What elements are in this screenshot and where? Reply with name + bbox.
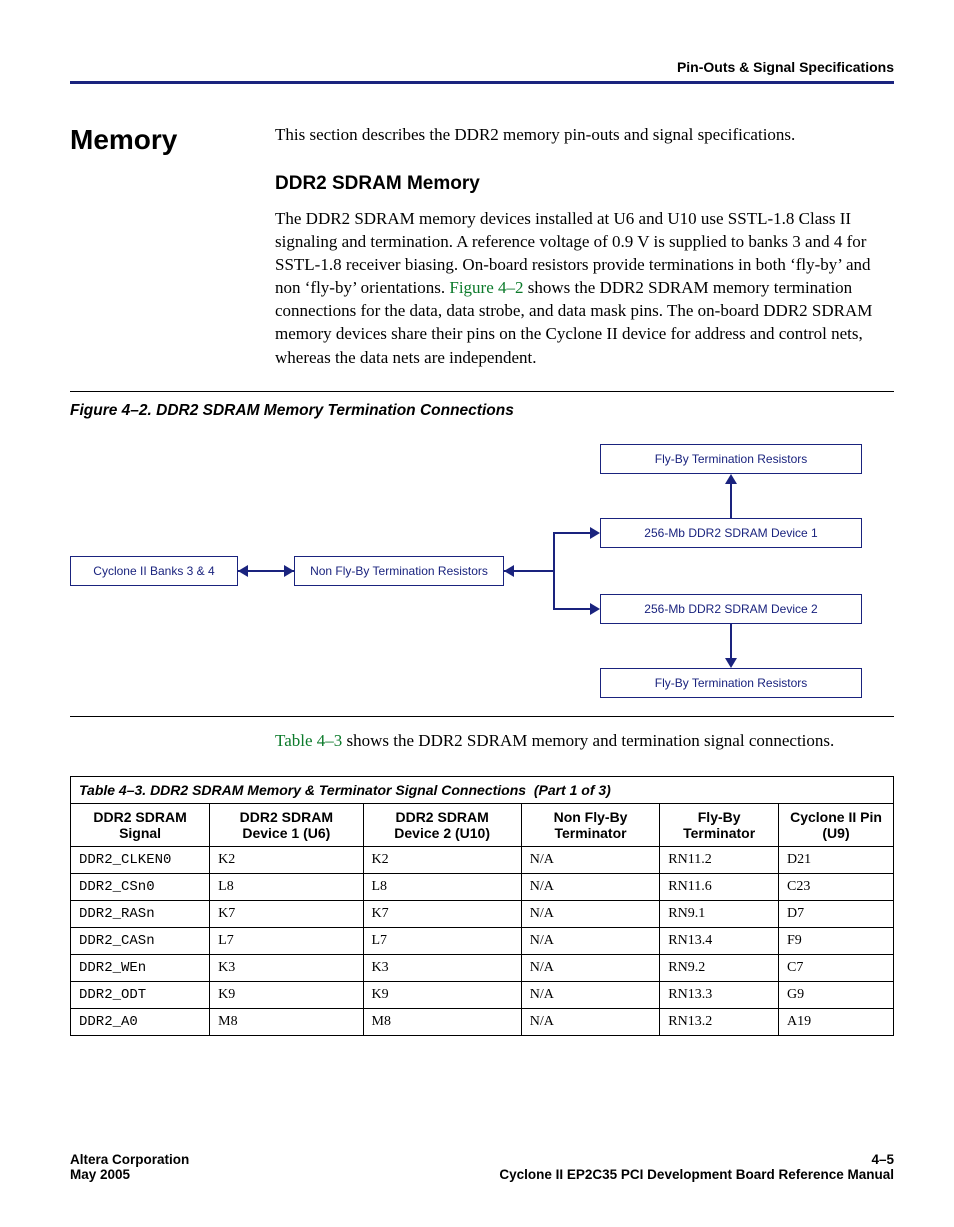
- table-cell: A19: [779, 1008, 894, 1035]
- diagram-connector-vsplit: [553, 532, 555, 610]
- diagram-connector-to-dev1: [553, 532, 593, 534]
- page-footer: Altera Corporation May 2005 4–5 Cyclone …: [70, 1152, 894, 1182]
- section-title: Memory: [70, 124, 275, 156]
- th-device1: DDR2 SDRAM Device 1 (U6): [210, 803, 363, 846]
- diagram-box-flyby-top: Fly-By Termination Resistors: [600, 444, 862, 474]
- table-row: DDR2_RASnK7K7N/ARN9.1D7: [71, 900, 894, 927]
- table-cell: N/A: [521, 900, 660, 927]
- table-caption: Table 4–3. DDR2 SDRAM Memory & Terminato…: [71, 776, 894, 803]
- table-cell: L7: [363, 927, 521, 954]
- arrow-up-icon: [725, 474, 737, 484]
- subsection-title: DDR2 SDRAM Memory: [275, 173, 894, 195]
- table-row: DDR2_ODTK9K9N/ARN13.3G9: [71, 981, 894, 1008]
- diagram-connector-dev1-up: [730, 480, 732, 518]
- arrow-right-icon: [284, 565, 294, 577]
- table-cell: M8: [363, 1008, 521, 1035]
- table-intro: Table 4–3 shows the DDR2 SDRAM memory an…: [275, 729, 894, 752]
- table-cell: K3: [210, 954, 363, 981]
- table-row: DDR2_CASnL7L7N/ARN13.4F9: [71, 927, 894, 954]
- table-cell: N/A: [521, 846, 660, 873]
- footer-left-line1: Altera Corporation: [70, 1152, 189, 1167]
- table-cell: L7: [210, 927, 363, 954]
- arrow-right-icon-dev1: [590, 527, 600, 539]
- diagram-connector-dev2-down: [730, 624, 732, 662]
- th-signal: DDR2 SDRAM Signal: [71, 803, 210, 846]
- section-intro: This section describes the DDR2 memory p…: [275, 124, 894, 147]
- table-cell: G9: [779, 981, 894, 1008]
- section-two-column: Memory This section describes the DDR2 m…: [70, 124, 894, 369]
- table-cell: RN11.2: [660, 846, 779, 873]
- table-cell: L8: [363, 873, 521, 900]
- table-cell: N/A: [521, 1008, 660, 1035]
- th-cyclonepin: Cyclone II Pin (U9): [779, 803, 894, 846]
- table-cell: N/A: [521, 981, 660, 1008]
- table-cell: DDR2_CSn0: [71, 873, 210, 900]
- diagram-connector-to-dev2: [553, 608, 593, 610]
- th-device2: DDR2 SDRAM Device 2 (U10): [363, 803, 521, 846]
- table-cell: K9: [363, 981, 521, 1008]
- header-rule: [70, 81, 894, 84]
- table-intro-rest: shows the DDR2 SDRAM memory and terminat…: [342, 731, 834, 750]
- th-flyby: Fly-By Terminator: [660, 803, 779, 846]
- table-row: DDR2_CLKEN0K2K2N/ARN11.2D21: [71, 846, 894, 873]
- table-cell: DDR2_A0: [71, 1008, 210, 1035]
- table-cell: DDR2_ODT: [71, 981, 210, 1008]
- table-4-3: Table 4–3. DDR2 SDRAM Memory & Terminato…: [70, 776, 894, 1036]
- table-reference-link[interactable]: Table 4–3: [275, 731, 342, 750]
- diagram-box-flyby-bot: Fly-By Termination Resistors: [600, 668, 862, 698]
- table-cell: D21: [779, 846, 894, 873]
- footer-right-line1: 4–5: [871, 1152, 894, 1167]
- table-cell: F9: [779, 927, 894, 954]
- figure-diagram: Cyclone II Banks 3 & 4 Non Fly-By Termin…: [70, 444, 894, 706]
- table-cell: L8: [210, 873, 363, 900]
- table-cell: D7: [779, 900, 894, 927]
- figure-reference-link[interactable]: Figure 4–2: [449, 278, 523, 297]
- arrow-down-icon: [725, 658, 737, 668]
- table-cell: K2: [210, 846, 363, 873]
- diagram-box-dev2: 256-Mb DDR2 SDRAM Device 2: [600, 594, 862, 624]
- footer-left-line2: May 2005: [70, 1167, 130, 1182]
- table-cell: DDR2_CLKEN0: [71, 846, 210, 873]
- table-cell: DDR2_WEn: [71, 954, 210, 981]
- diagram-box-cyclone: Cyclone II Banks 3 & 4: [70, 556, 238, 586]
- figure-rule-top: [70, 391, 894, 392]
- table-cell: N/A: [521, 927, 660, 954]
- table-cell: M8: [210, 1008, 363, 1035]
- table-cell: RN11.6: [660, 873, 779, 900]
- table-cell: DDR2_CASn: [71, 927, 210, 954]
- table-header-row: DDR2 SDRAM Signal DDR2 SDRAM Device 1 (U…: [71, 803, 894, 846]
- table-cell: N/A: [521, 873, 660, 900]
- arrow-right-icon-dev2: [590, 603, 600, 615]
- diagram-box-nonfly: Non Fly-By Termination Resistors: [294, 556, 504, 586]
- table-cell: K2: [363, 846, 521, 873]
- footer-right-line2: Cyclone II EP2C35 PCI Development Board …: [499, 1167, 894, 1182]
- diagram-box-dev1: 256-Mb DDR2 SDRAM Device 1: [600, 518, 862, 548]
- table-cell: RN13.4: [660, 927, 779, 954]
- table-cell: RN13.3: [660, 981, 779, 1008]
- running-header: Pin-Outs & Signal Specifications: [70, 59, 894, 75]
- table-cell: K9: [210, 981, 363, 1008]
- figure-rule-bottom: [70, 716, 894, 717]
- th-nonflyby: Non Fly-By Terminator: [521, 803, 660, 846]
- table-row: DDR2_CSn0L8L8N/ARN11.6C23: [71, 873, 894, 900]
- subsection-body: The DDR2 SDRAM memory devices installed …: [275, 207, 894, 369]
- arrow-left-icon-2: [504, 565, 514, 577]
- table-cell: RN9.1: [660, 900, 779, 927]
- table-row: DDR2_WEnK3K3N/ARN9.2C7: [71, 954, 894, 981]
- table-row: DDR2_A0M8M8N/ARN13.2A19: [71, 1008, 894, 1035]
- arrow-left-icon: [238, 565, 248, 577]
- table-cell: K7: [210, 900, 363, 927]
- figure-caption: Figure 4–2. DDR2 SDRAM Memory Terminatio…: [70, 402, 894, 420]
- table-cell: N/A: [521, 954, 660, 981]
- table-cell: RN9.2: [660, 954, 779, 981]
- table-cell: K3: [363, 954, 521, 981]
- table-cell: C7: [779, 954, 894, 981]
- table-cell: DDR2_RASn: [71, 900, 210, 927]
- table-cell: C23: [779, 873, 894, 900]
- table-cell: RN13.2: [660, 1008, 779, 1035]
- table-cell: K7: [363, 900, 521, 927]
